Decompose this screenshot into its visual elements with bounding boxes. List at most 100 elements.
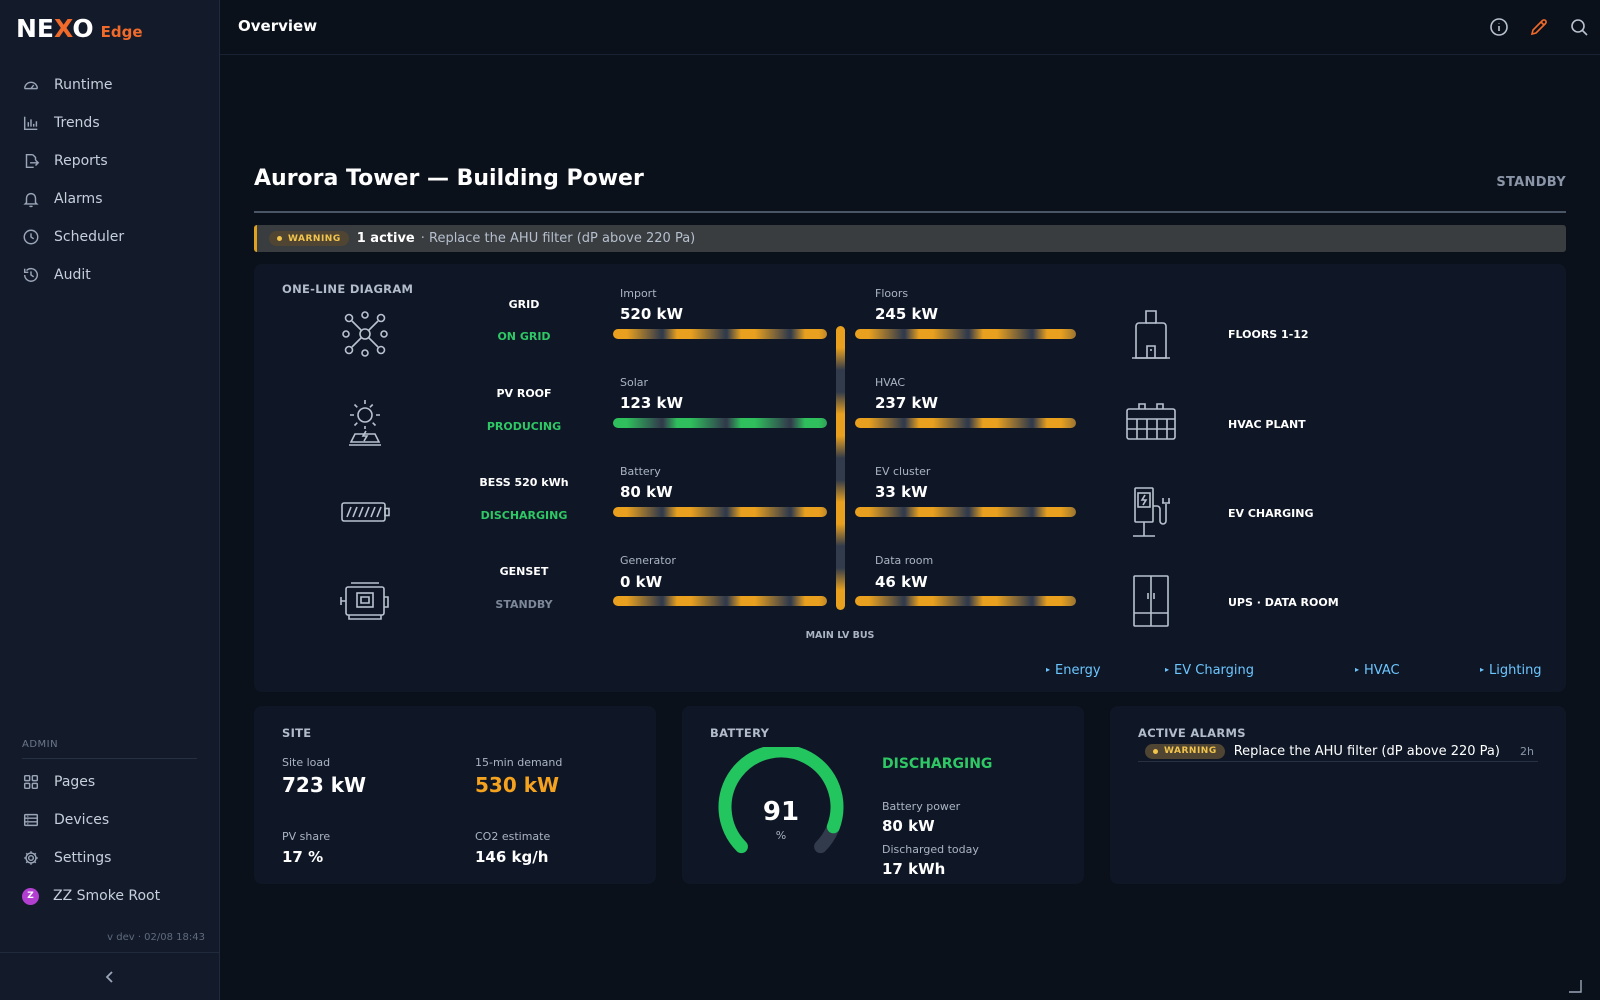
flow-bar xyxy=(613,596,827,606)
discharged-label: Discharged today xyxy=(882,843,979,856)
grid-icon xyxy=(23,774,39,790)
nav-label: Alarms xyxy=(54,191,103,207)
system-state: STANDBY xyxy=(1496,175,1566,190)
alarms-card-title: ACTIVE ALARMS xyxy=(1138,726,1246,740)
link-lighting[interactable]: ▸ Lighting xyxy=(1480,663,1542,678)
chevron-left-icon xyxy=(105,970,113,983)
diagram-title: ONE-LINE DIAGRAM xyxy=(282,282,414,296)
search-icon xyxy=(1571,19,1588,36)
nav-label: Runtime xyxy=(54,77,113,93)
admin-section-label: ADMIN xyxy=(22,739,59,750)
search-button[interactable] xyxy=(1568,16,1590,38)
user-name: ZZ Smoke Root xyxy=(53,888,161,904)
source-name: BESS 520 kWh xyxy=(479,476,569,489)
battery-source xyxy=(337,484,393,540)
avatar: Z xyxy=(22,887,39,905)
link-energy[interactable]: ▸ Energy xyxy=(1046,663,1101,678)
site-load-label: Site load xyxy=(282,756,331,769)
logo[interactable]: NEXO Edge xyxy=(16,14,143,44)
admin-nav: Pages Devices Settings Z ZZ Smoke Root xyxy=(0,763,220,915)
topbar: Overview xyxy=(220,0,1600,55)
devices-icon xyxy=(23,813,39,827)
nav-item-audit[interactable]: Audit xyxy=(0,256,220,294)
gauge-value: 91 xyxy=(763,797,799,827)
alarm-banner[interactable]: WARNING 1 active · Replace the AHU filte… xyxy=(254,225,1566,252)
link-ev-charging[interactable]: ▸ EV Charging xyxy=(1165,663,1254,678)
version-info: v dev · 02/08 18:43 xyxy=(107,932,205,943)
edit-button[interactable] xyxy=(1528,16,1550,38)
alarm-row[interactable]: WARNING Replace the AHU filter (dP above… xyxy=(1138,741,1538,762)
load-name: UPS · DATA ROOM xyxy=(1228,596,1339,609)
server-cabinet-icon xyxy=(1133,575,1169,627)
alarm-message: · Replace the AHU filter (dP above 220 P… xyxy=(420,231,696,246)
sidebar: NEXO Edge Runtime Trends Reports Alarms … xyxy=(0,0,220,1000)
gauge-icon xyxy=(23,81,39,90)
page-title: Aurora Tower — Building Power xyxy=(254,166,644,191)
meter-label: Import xyxy=(620,287,657,300)
battery-power-label: Battery power xyxy=(882,800,961,813)
flow-bar xyxy=(855,418,1076,428)
main-nav: Runtime Trends Reports Alarms Scheduler … xyxy=(0,66,220,294)
alarm-age: 2h xyxy=(1520,744,1534,758)
co2-value: 146 kg/h xyxy=(475,848,549,866)
battery-power-value: 80 kW xyxy=(882,817,935,835)
link-hvac[interactable]: ▸ HVAC xyxy=(1355,663,1400,678)
warning-dot xyxy=(277,236,282,241)
source-name: PV ROOF xyxy=(496,387,552,400)
bell-icon xyxy=(23,192,39,208)
user-menu[interactable]: Z ZZ Smoke Root xyxy=(0,877,220,915)
flow-bar xyxy=(855,507,1076,517)
flow-bar xyxy=(613,329,827,339)
co2-label: CO2 estimate xyxy=(475,830,551,843)
warning-dot xyxy=(1153,748,1158,754)
generator-icon xyxy=(340,582,389,620)
site-card-title: SITE xyxy=(282,726,312,740)
nav-label: Audit xyxy=(54,267,91,283)
meter-label: EV cluster xyxy=(875,465,931,478)
grid-source xyxy=(337,306,393,362)
nav-item-settings[interactable]: Settings xyxy=(0,839,220,877)
flow-bar xyxy=(855,596,1076,606)
logo-edition: Edge xyxy=(100,23,143,41)
admin-divider xyxy=(22,758,197,759)
demand-label: 15-min demand xyxy=(475,756,563,769)
info-button[interactable] xyxy=(1488,16,1510,38)
meter-value: 245 kW xyxy=(875,305,939,323)
source-status: STANDBY xyxy=(495,598,553,611)
nav-item-runtime[interactable]: Runtime xyxy=(0,66,220,104)
bus-label: MAIN LV BUS xyxy=(805,630,875,641)
load-name: HVAC PLANT xyxy=(1228,418,1306,431)
nav-item-pages[interactable]: Pages xyxy=(0,763,220,801)
meter-value: 520 kW xyxy=(620,305,684,323)
building-icon xyxy=(1132,310,1170,359)
nav-label: Scheduler xyxy=(54,229,125,245)
battery-status: DISCHARGING xyxy=(882,756,993,772)
floors-load xyxy=(1123,306,1179,362)
flow-bar xyxy=(855,329,1076,339)
history-icon xyxy=(23,267,38,282)
collapse-sidebar-button[interactable] xyxy=(0,952,220,1000)
source-status: PRODUCING xyxy=(486,420,562,433)
meter-value: 0 kW xyxy=(620,573,663,591)
nav-item-reports[interactable]: Reports xyxy=(0,142,220,180)
meter-label: Solar xyxy=(620,376,649,389)
ev-charger-icon xyxy=(1133,487,1170,537)
nav-item-devices[interactable]: Devices xyxy=(0,801,220,839)
battery-soc-gauge: 91 % xyxy=(718,747,844,854)
warning-badge: WARNING xyxy=(1145,743,1225,759)
pv-share-label: PV share xyxy=(282,830,331,843)
meter-label: Data room xyxy=(875,554,934,567)
nav-item-alarms[interactable]: Alarms xyxy=(0,180,220,218)
gauge-unit: % xyxy=(776,829,786,842)
alarm-message: Replace the AHU filter (dP above 220 Pa) xyxy=(1233,743,1500,759)
source-name: GRID xyxy=(508,298,540,311)
nav-label: Settings xyxy=(54,850,112,866)
nav-item-scheduler[interactable]: Scheduler xyxy=(0,218,220,256)
discharged-value: 17 kWh xyxy=(882,860,946,878)
pencil-icon xyxy=(1530,19,1547,36)
nav-item-trends[interactable]: Trends xyxy=(0,104,220,142)
topbar-actions xyxy=(1470,16,1590,38)
resize-handle[interactable] xyxy=(1568,978,1582,993)
meter-value: 123 kW xyxy=(620,394,684,412)
meter-label: HVAC xyxy=(875,376,906,389)
